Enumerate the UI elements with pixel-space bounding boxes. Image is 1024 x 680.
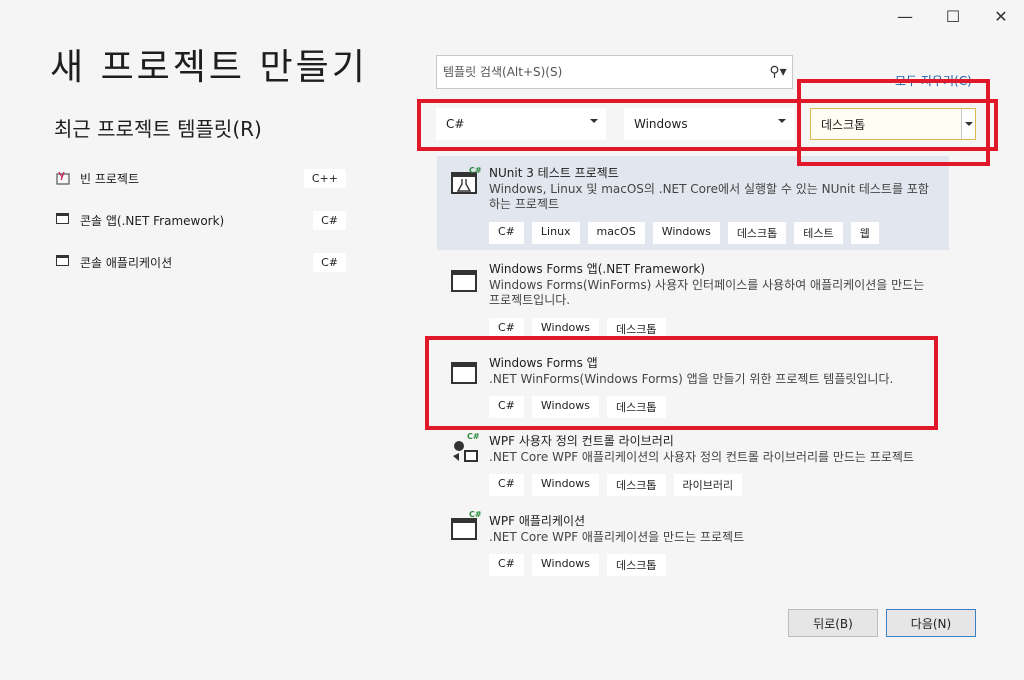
recent-item-label: 콘솔 앱(.NET Framework) <box>80 213 225 228</box>
template-title: Windows Forms 앱 <box>489 356 598 370</box>
template-description: .NET Core WPF 애플리케이션의 사용자 정의 컨트롤 라이브러리를 … <box>489 450 914 464</box>
template-tags: C# Windows 데스크톱 <box>489 396 666 418</box>
empty-project-icon <box>56 171 70 185</box>
chevron-down-icon <box>590 119 598 123</box>
tag: C# <box>489 222 524 244</box>
test-project-icon: C# <box>451 166 482 196</box>
wpf-library-icon: C# <box>451 432 480 464</box>
tag: Windows <box>531 554 600 576</box>
tag: C# <box>489 396 524 418</box>
recent-item-label: 빈 프로젝트 <box>80 171 140 186</box>
template-description: Windows Forms(WinForms) 사용자 인터페이스를 사용하여 … <box>489 278 925 307</box>
template-search-box[interactable]: ⚲▾ <box>436 55 793 89</box>
chevron-down-icon <box>778 119 786 123</box>
search-input[interactable] <box>437 56 764 88</box>
window-app-icon <box>451 358 479 386</box>
template-title: WPF 사용자 정의 컨트롤 라이브러리 <box>489 434 674 448</box>
close-button[interactable]: ✕ <box>978 0 1024 32</box>
language-badge: C# <box>313 210 346 230</box>
template-description: .NET Core WPF 애플리케이션을 만드는 프로젝트 <box>489 530 745 544</box>
tag: C# <box>489 474 524 496</box>
template-title: NUnit 3 테스트 프로젝트 <box>489 166 619 180</box>
clear-all-link[interactable]: 모두 지우기(C) <box>895 72 972 89</box>
recent-item-console-framework[interactable]: 콘솔 앱(.NET Framework) C# <box>56 209 346 231</box>
tag: 테스트 <box>794 222 843 244</box>
template-title: WPF 애플리케이션 <box>489 514 586 528</box>
project-type-filter-dropdown[interactable]: 데스크톱 <box>810 108 976 140</box>
tag: 데스크톱 <box>607 554 666 576</box>
tag: Windows <box>531 396 600 418</box>
chevron-down-icon[interactable] <box>961 109 975 139</box>
maximize-button[interactable]: ☐ <box>930 0 976 32</box>
template-tags: C# Windows 데스크톱 <box>489 554 666 576</box>
template-tags: C# Windows 데스크톱 <box>489 318 666 340</box>
back-button[interactable]: 뒤로(B) <box>788 609 878 637</box>
tag: 웹 <box>850 222 879 244</box>
tag: 데스크톱 <box>607 474 666 496</box>
template-description: .NET WinForms(Windows Forms) 앱을 만들기 위한 프… <box>489 372 894 386</box>
language-filter-dropdown[interactable]: C# <box>436 108 606 140</box>
console-app-icon <box>56 255 70 269</box>
project-type-filter-value: 데스크톱 <box>821 117 866 132</box>
language-filter-value: C# <box>446 117 465 131</box>
recent-item-label: 콘솔 애플리케이션 <box>80 255 173 270</box>
console-app-icon <box>56 213 70 227</box>
template-tags: C# Windows 데스크톱 라이브러리 <box>489 474 743 496</box>
tag: 데스크톱 <box>607 396 666 418</box>
tag: Windows <box>531 474 600 496</box>
recent-item-console-app[interactable]: 콘솔 애플리케이션 C# <box>56 251 346 273</box>
template-item-wpf-app[interactable]: C# WPF 애플리케이션 .NET Core WPF 애플리케이션을 만드는 … <box>437 504 949 580</box>
template-tags: C# Linux macOS Windows 데스크톱 테스트 웹 <box>489 222 879 244</box>
tag: Windows <box>531 318 600 340</box>
tag: Windows <box>652 222 720 244</box>
tag: 라이브러리 <box>673 474 743 496</box>
language-badge: C# <box>313 252 346 272</box>
platform-filter-dropdown[interactable]: Windows <box>624 108 794 140</box>
window-app-icon <box>451 264 479 292</box>
page-title: 새 프로젝트 만들기 <box>50 47 368 88</box>
tag: 데스크톱 <box>607 318 666 340</box>
tag: C# <box>489 318 524 340</box>
recent-templates-heading: 최근 프로젝트 템플릿(R) <box>54 117 262 141</box>
template-item-nunit[interactable]: C# NUnit 3 테스트 프로젝트 Windows, Linux 및 mac… <box>437 156 949 250</box>
template-item-winforms[interactable]: Windows Forms 앱 .NET WinForms(Windows Fo… <box>437 346 949 420</box>
language-badge: C++ <box>303 168 346 188</box>
template-description: Windows, Linux 및 macOS의 .NET Core에서 실행할 … <box>489 182 929 211</box>
next-button[interactable]: 다음(N) <box>886 609 976 637</box>
tag: macOS <box>587 222 645 244</box>
recent-item-empty-project[interactable]: 빈 프로젝트 C++ <box>56 167 346 189</box>
template-item-wpf-control-library[interactable]: C# WPF 사용자 정의 컨트롤 라이브러리 .NET Core WPF 애플… <box>437 424 949 500</box>
tag: C# <box>489 554 524 576</box>
tag: 데스크톱 <box>727 222 787 244</box>
template-title: Windows Forms 앱(.NET Framework) <box>489 262 706 276</box>
platform-filter-value: Windows <box>634 117 688 131</box>
tag: Linux <box>531 222 580 244</box>
wpf-app-icon: C# <box>451 510 482 544</box>
search-icon[interactable]: ⚲▾ <box>764 64 792 80</box>
minimize-button[interactable]: — <box>882 0 928 32</box>
template-item-winforms-framework[interactable]: Windows Forms 앱(.NET Framework) Windows … <box>437 252 949 340</box>
